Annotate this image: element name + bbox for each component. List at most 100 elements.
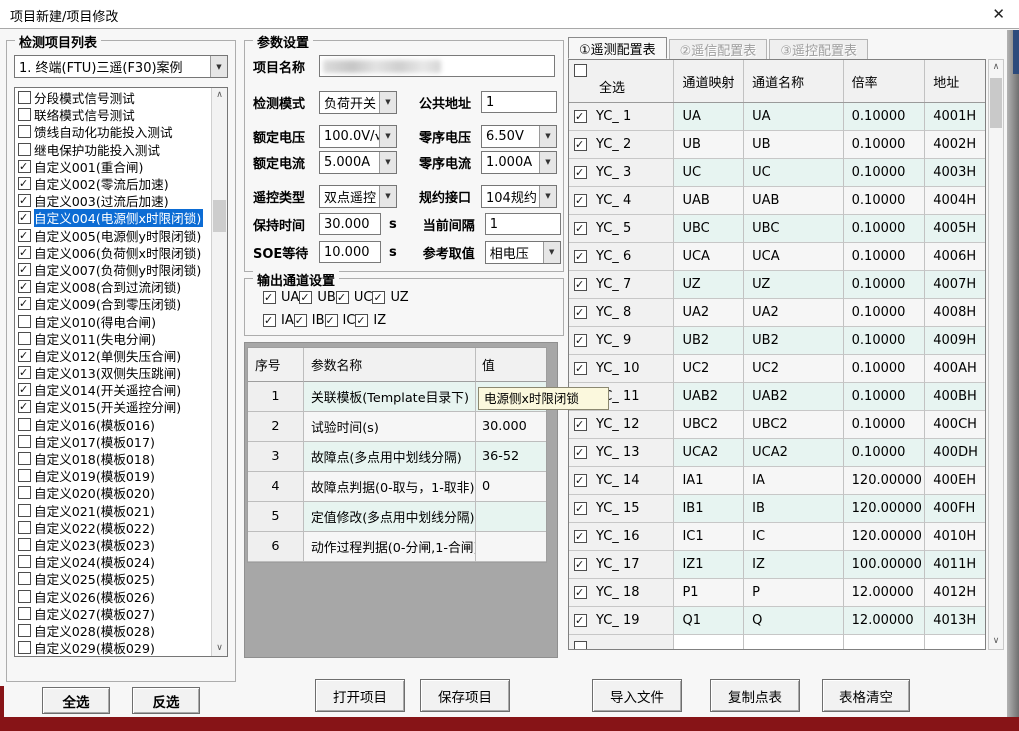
checkbox-icon[interactable]	[263, 314, 276, 327]
config-tab[interactable]: ③遥控配置表	[769, 39, 868, 59]
list-item[interactable]: 自定义007(负荷侧y时限闭锁)	[16, 261, 211, 278]
checkbox-icon[interactable]	[18, 383, 31, 396]
checkbox-icon[interactable]	[18, 469, 31, 482]
scroll-down-icon[interactable]: ∨	[989, 634, 1003, 649]
list-item[interactable]: 自定义024(模板024)	[16, 553, 211, 570]
checkbox-icon[interactable]	[18, 435, 31, 448]
scroll-up-icon[interactable]: ∧	[989, 60, 1003, 75]
list-item[interactable]: 自定义022(模板022)	[16, 519, 211, 536]
zero-current-select[interactable]: 1.000A ▼	[481, 151, 557, 174]
checkbox-icon[interactable]	[18, 177, 31, 190]
telemetry-table-row[interactable]: YC_ 3 UC UC 0.10000 4003H	[569, 159, 985, 187]
row-checkbox[interactable]	[574, 614, 587, 627]
checkbox-icon[interactable]	[18, 91, 31, 104]
checkbox-icon[interactable]	[18, 160, 31, 173]
list-item[interactable]: 自定义012(单侧失压合闸)	[16, 347, 211, 364]
param-table-row[interactable]: 4 故障点判据(0-取与，1-取非) 0	[248, 472, 546, 502]
param-table-row[interactable]: 5 定值修改(多点用中划线分隔)	[248, 502, 546, 532]
checkbox-icon[interactable]	[18, 418, 31, 431]
checkbox-icon[interactable]	[18, 246, 31, 259]
checkbox-icon[interactable]	[18, 400, 31, 413]
common-addr-input[interactable]: 1	[481, 91, 557, 113]
config-tab[interactable]: ①遥测配置表	[568, 37, 667, 59]
checkbox-icon[interactable]	[18, 280, 31, 293]
channel-checkbox[interactable]: UZ	[372, 290, 408, 305]
checkbox-icon[interactable]	[18, 538, 31, 551]
list-item[interactable]: 自定义026(模板026)	[16, 587, 211, 604]
checkbox-icon[interactable]	[18, 229, 31, 242]
chevron-down-icon[interactable]: ▼	[539, 126, 556, 147]
row-checkbox[interactable]	[574, 110, 587, 123]
checkbox-icon[interactable]	[18, 572, 31, 585]
checkbox-icon[interactable]	[18, 486, 31, 499]
list-item[interactable]: 自定义016(模板016)	[16, 416, 211, 433]
list-item[interactable]: 自定义015(开关遥控分闸)	[16, 398, 211, 415]
checkbox-icon[interactable]	[18, 452, 31, 465]
list-item[interactable]: 自定义005(电源侧y时限闭锁)	[16, 227, 211, 244]
telemetry-table-row[interactable]: YC_ 18 P1 P 12.00000 4012H	[569, 579, 985, 607]
telemetry-table-row[interactable]: YC_ 10 UC2 UC2 0.10000 400AH	[569, 355, 985, 383]
checkbox-icon[interactable]	[18, 211, 31, 224]
rated-current-select[interactable]: 5.000A ▼	[319, 151, 397, 174]
close-icon[interactable]: ✕	[992, 5, 1005, 23]
list-item[interactable]: 自定义010(得电合闸)	[16, 312, 211, 329]
list-item[interactable]: 自定义004(电源侧x时限闭锁)	[16, 209, 211, 226]
row-checkbox[interactable]	[574, 446, 587, 459]
invert-select-button[interactable]: 反选	[132, 687, 200, 714]
channel-checkbox[interactable]: UA	[263, 290, 299, 305]
checkbox-icon[interactable]	[18, 125, 31, 138]
chevron-down-icon[interactable]: ▼	[379, 126, 396, 147]
channel-checkbox[interactable]: IA	[263, 313, 294, 328]
checkbox-icon[interactable]	[18, 143, 31, 156]
checkbox-icon[interactable]	[18, 504, 31, 517]
list-item[interactable]: 自定义017(模板017)	[16, 433, 211, 450]
cur-interval-input[interactable]: 1	[485, 213, 561, 235]
param-table-row[interactable]: 6 动作过程判据(0-分闸,1-合闸)	[248, 532, 546, 562]
telemetry-table-row[interactable]: YC_ 17 IZ1 IZ 100.00000 4011H	[569, 551, 985, 579]
checkbox-icon[interactable]	[18, 315, 31, 328]
param-table-row[interactable]: 3 故障点(多点用中划线分隔) 36-52	[248, 442, 546, 472]
copy-point-table-button[interactable]: 复制点表	[710, 679, 800, 712]
scroll-up-icon[interactable]: ∧	[212, 88, 227, 103]
list-item[interactable]: 自定义014(开关遥控合闸)	[16, 381, 211, 398]
clear-table-button[interactable]: 表格清空	[822, 679, 910, 712]
checkbox-icon[interactable]	[18, 332, 31, 345]
row-checkbox[interactable]	[574, 306, 587, 319]
list-item[interactable]: 自定义008(合到过流闭锁)	[16, 278, 211, 295]
config-tab[interactable]: ②遥信配置表	[669, 39, 768, 59]
telemetry-table-row[interactable]: YC_ 2 UB UB 0.10000 4002H	[569, 131, 985, 159]
list-item[interactable]: 自定义027(模板027)	[16, 605, 211, 622]
row-checkbox[interactable]	[574, 586, 587, 599]
list-item[interactable]: 自定义011(失电分闸)	[16, 330, 211, 347]
checkbox-icon[interactable]	[18, 349, 31, 362]
chevron-down-icon[interactable]: ▼	[379, 92, 396, 113]
channel-checkbox[interactable]: UB	[299, 290, 335, 305]
row-checkbox[interactable]	[574, 334, 587, 347]
checkbox-icon[interactable]	[263, 291, 276, 304]
scrollbar-thumb[interactable]	[990, 78, 1002, 128]
telemetry-table-row[interactable]: YC_ 16 IC1 IC 120.00000 4010H	[569, 523, 985, 551]
project-name-input[interactable]	[319, 55, 555, 77]
telemetry-table-row[interactable]: YC_ 11 UAB2 UAB2 0.10000 400BH	[569, 383, 985, 411]
chevron-down-icon[interactable]: ▼	[210, 56, 227, 77]
select-all-checkbox[interactable]	[574, 64, 587, 77]
telemetry-table-scrollbar[interactable]: ∧ ∨	[988, 59, 1004, 650]
row-checkbox[interactable]	[574, 278, 587, 291]
chevron-down-icon[interactable]: ▼	[379, 186, 396, 207]
checkbox-icon[interactable]	[294, 314, 307, 327]
zero-voltage-select[interactable]: 6.50V ▼	[481, 125, 557, 148]
row-checkbox[interactable]	[574, 222, 587, 235]
list-item[interactable]: 分段模式信号测试	[16, 89, 211, 106]
list-item[interactable]: 馈线自动化功能投入测试	[16, 123, 211, 140]
remote-type-select[interactable]: 双点遥控 ▼	[319, 185, 397, 208]
row-checkbox[interactable]	[574, 502, 587, 515]
chevron-down-icon[interactable]: ▼	[539, 186, 556, 207]
list-item[interactable]: 自定义013(双侧失压跳闸)	[16, 364, 211, 381]
list-item[interactable]: 自定义020(模板020)	[16, 484, 211, 501]
soe-wait-input[interactable]: 10.000	[319, 241, 381, 263]
row-checkbox[interactable]	[574, 418, 587, 431]
list-item[interactable]: 自定义028(模板028)	[16, 622, 211, 639]
checkbox-icon[interactable]	[18, 521, 31, 534]
checkbox-icon[interactable]	[299, 291, 312, 304]
telemetry-table-row[interactable]: YC_ 19 Q1 Q 12.00000 4013H	[569, 607, 985, 635]
